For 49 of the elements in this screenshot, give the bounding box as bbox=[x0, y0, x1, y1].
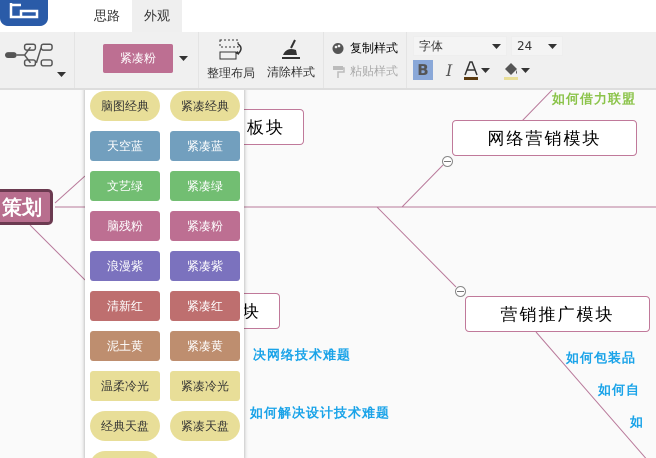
color-bar bbox=[464, 76, 478, 80]
subtopic-text: 如何自 bbox=[598, 382, 640, 399]
theme-option[interactable]: 浪漫紫 bbox=[90, 251, 160, 281]
theme-option[interactable]: 脑残粉 bbox=[90, 211, 160, 241]
palette-icon bbox=[332, 42, 345, 55]
topic-node[interactable]: 网络营销模块 bbox=[452, 120, 637, 156]
theme-option[interactable]: 紧凑天盘 bbox=[170, 411, 240, 441]
paint-bucket-icon[interactable] bbox=[503, 60, 520, 80]
tab[interactable]: 外观 bbox=[132, 0, 182, 32]
theme-option[interactable]: 紧凑经典 bbox=[170, 91, 240, 121]
caret-icon[interactable] bbox=[492, 44, 501, 48]
layout-icon bbox=[218, 38, 244, 62]
clear-style-button[interactable]: 清除样式 bbox=[261, 39, 321, 81]
theme-option[interactable]: 紧凑紫 bbox=[170, 251, 240, 281]
broom-icon bbox=[280, 39, 302, 61]
connector-line bbox=[30, 224, 86, 280]
caret-icon[interactable] bbox=[179, 56, 188, 60]
root-topic[interactable]: 策划 bbox=[0, 189, 53, 225]
caret-icon[interactable] bbox=[521, 68, 530, 72]
color-bar bbox=[504, 76, 518, 80]
subtopic-text: 决网络技术难题 bbox=[253, 347, 351, 364]
theme-option[interactable]: 紧凑红 bbox=[170, 291, 240, 321]
text-color-icon[interactable] bbox=[463, 60, 480, 80]
theme-option[interactable]: 脑图经典 bbox=[90, 91, 160, 121]
italic-button[interactable]: I bbox=[446, 60, 452, 80]
subtopic-text: 如 bbox=[630, 414, 644, 431]
subtopic-text: 如何借力联盟 bbox=[552, 91, 636, 108]
collapse-toggle[interactable] bbox=[442, 156, 453, 167]
theme-option[interactable]: 紧凑冷光 bbox=[170, 371, 240, 401]
collapse-toggle[interactable] bbox=[455, 286, 466, 297]
theme-option[interactable]: 经典天盘 bbox=[90, 411, 160, 441]
paint-roller-icon bbox=[332, 65, 345, 78]
tidy-layout-button[interactable]: 整理布局 bbox=[201, 38, 261, 82]
theme-button[interactable]: 紧凑粉 bbox=[103, 44, 173, 72]
tab[interactable]: 思路 bbox=[82, 0, 132, 32]
theme-option[interactable]: 温柔冷光 bbox=[90, 371, 160, 401]
copy-style-button[interactable]: 复制样式 bbox=[332, 38, 398, 59]
topic-node[interactable]: 营销推广模块 bbox=[465, 296, 650, 332]
subtopic-text: 如何解决设计技术难题 bbox=[250, 405, 390, 422]
font-family-select[interactable]: 字体 bbox=[413, 36, 507, 56]
topic-node[interactable]: 板块 bbox=[244, 109, 304, 145]
caret-icon[interactable] bbox=[57, 72, 66, 77]
font-size-select[interactable]: 24 bbox=[511, 36, 563, 56]
caret-icon[interactable] bbox=[548, 44, 557, 48]
theme-option[interactable]: 清新红 bbox=[90, 291, 160, 321]
subtopic-text: 如何包装品 bbox=[566, 350, 636, 367]
connector-line bbox=[54, 176, 86, 204]
theme-option[interactable]: 紧凑粉 bbox=[170, 211, 240, 241]
caret-icon[interactable] bbox=[481, 68, 490, 72]
